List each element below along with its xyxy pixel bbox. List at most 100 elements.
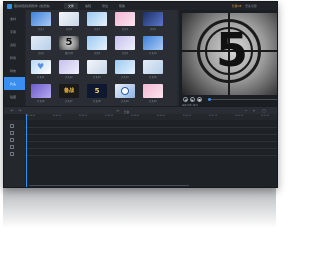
thumbnail-text: 5 [65, 37, 73, 48]
title-bar: 狸窝视频剪辑软件 (免费版) 文件 编辑 导出 帮助 升级VIP 登录/注册 [4, 2, 277, 10]
upgrade-vip-button[interactable]: 升级VIP [232, 4, 241, 8]
audio-track-icon[interactable] [10, 131, 14, 135]
prev-frame-button[interactable]: ◀ [183, 97, 188, 102]
media-thumbnail[interactable]: 备战 [59, 84, 79, 98]
nav-item-3[interactable]: 转场 [4, 51, 25, 64]
nav-item-6[interactable]: 贴图 [4, 90, 25, 103]
play-button[interactable]: ▶ [190, 97, 195, 102]
video-track[interactable] [25, 127, 277, 128]
playback-controls: ◀ ▶ ■ 画面比例 16:9 [182, 96, 277, 107]
media-thumbnail[interactable] [31, 36, 51, 50]
nav-item-5[interactable]: 片头 [4, 77, 25, 90]
media-thumbnail-label: 片头6 [38, 52, 44, 55]
media-thumbnail[interactable] [59, 12, 79, 26]
preview-screen: 5 [182, 13, 277, 95]
app-window: 狸窝视频剪辑软件 (免费版) 文件 编辑 导出 帮助 升级VIP 登录/注册 素材字幕… [3, 1, 278, 188]
media-thumbnail[interactable]: ♥ [31, 60, 51, 74]
left-nav: 素材字幕滤镜转场特效片头 贴图 [4, 10, 25, 106]
music-track[interactable] [25, 148, 277, 149]
undo-icon[interactable]: ↶ [10, 109, 14, 113]
media-thumbnail[interactable] [115, 84, 135, 98]
text-track-icon[interactable] [10, 138, 14, 142]
redo-icon[interactable]: ↷ [18, 109, 22, 113]
nav-item-0[interactable]: 素材 [4, 12, 25, 25]
media-thumbnail[interactable] [143, 60, 163, 74]
login-button[interactable]: 登录/注册 [245, 4, 256, 8]
countdown-number: 5 [216, 23, 249, 77]
heart-icon: ♥ [37, 62, 45, 71]
ruler-tick: 00:00:30 [105, 115, 114, 117]
track-headers [4, 120, 25, 187]
nav-item-label: 素材 [10, 17, 17, 21]
ruler-tick: 00:00:00 [27, 115, 36, 117]
nav-item-2[interactable]: 滤镜 [4, 38, 25, 51]
media-thumbnail[interactable] [143, 12, 163, 26]
media-thumbnail[interactable] [87, 60, 107, 74]
ruler-tick: 00:01:00 [183, 115, 192, 117]
media-thumbnail-label: 倒计时5 [65, 52, 73, 55]
media-thumbnail-label: 片头10 [149, 52, 157, 55]
media-thumbnail-label: 片头19 [121, 100, 129, 103]
media-thumbnail[interactable] [31, 84, 51, 98]
text-track[interactable] [25, 141, 277, 142]
menu-item-3[interactable]: 帮助 [115, 3, 129, 9]
media-thumbnail[interactable]: 5 [59, 36, 79, 50]
menu-item-2[interactable]: 导出 [98, 3, 112, 9]
zoom-out-icon[interactable]: − [244, 109, 248, 113]
thumbnail-text: 备战 [63, 88, 74, 94]
window-reflection [3, 188, 276, 228]
effect-track-icon[interactable] [10, 152, 14, 156]
seek-knob[interactable] [208, 98, 211, 101]
media-thumbnail[interactable] [115, 60, 135, 74]
ruler-tick: 00:00:10 [53, 115, 62, 117]
media-thumbnail-label: 片头20 [149, 100, 157, 103]
media-thumbnail[interactable] [115, 36, 135, 50]
audio-track[interactable] [25, 134, 277, 135]
ruler-tick: 00:01:10 [209, 115, 218, 117]
timeline-ruler[interactable]: 00:00:00 00:00:10 00:00:20 00:00:30 00:00:40… [25, 114, 277, 120]
prev-icon: ◀ [184, 98, 187, 102]
ruler-tick: 00:01:20 [235, 115, 244, 117]
nav-item-label: 字幕 [10, 30, 17, 34]
media-thumbnail[interactable] [31, 12, 51, 26]
media-library: 片头1 片头2 片头3 片头4 片头5 片头6 5 倒计时5 片头8 片头9 片头10 ♥ 片头11 片头… [26, 10, 198, 108]
media-thumbnail-label: 片头18 [93, 100, 101, 103]
nav-item-1[interactable]: 字幕 [4, 25, 25, 38]
stop-button[interactable]: ■ [197, 97, 202, 102]
media-thumbnail-label: 片头13 [93, 76, 101, 79]
media-thumbnail[interactable] [87, 12, 107, 26]
nav-item-label: 特效 [10, 69, 17, 73]
media-thumbnail[interactable] [143, 84, 163, 98]
app-title: 狸窝视频剪辑软件 (免费版) [14, 4, 51, 8]
media-thumbnail[interactable] [115, 12, 135, 26]
zoom-in-icon[interactable]: + [252, 109, 256, 113]
music-track-icon[interactable] [10, 145, 14, 149]
media-thumbnail-label: 片头16 [37, 100, 45, 103]
split-icon[interactable]: ✂ [116, 109, 120, 113]
media-thumbnail[interactable] [87, 36, 107, 50]
fit-icon[interactable]: □ [262, 109, 266, 113]
media-thumbnail[interactable] [59, 60, 79, 74]
playhead[interactable] [26, 114, 27, 187]
preview-panel: 5 ◀ ▶ ■ 画面比例 16:9 [179, 10, 277, 107]
ruler-tick: 00:00:20 [79, 115, 88, 117]
menu-item-1[interactable]: 编辑 [81, 3, 95, 9]
stop-icon: ■ [198, 98, 201, 102]
seek-bar[interactable] [208, 99, 277, 100]
nav-item-label: 转场 [10, 56, 17, 60]
media-thumbnail-label: 片头9 [122, 52, 128, 55]
nav-item-4[interactable]: 特效 [4, 64, 25, 77]
thumbnail-text: 5 [94, 87, 100, 95]
media-thumbnail-label: 片头17 [65, 100, 73, 103]
ruler-tick: 00:01:30 [261, 115, 270, 117]
media-thumbnail-label: 片头12 [65, 76, 73, 79]
media-thumbnail-label: 片头8 [94, 52, 100, 55]
menu-item-0[interactable]: 文件 [64, 3, 79, 9]
timeline-scrollbar[interactable] [29, 185, 189, 187]
video-track-icon[interactable] [10, 124, 14, 128]
media-thumbnail-label: 片头14 [121, 76, 129, 79]
media-thumbnail[interactable]: 5 [87, 84, 107, 98]
media-thumbnail-label: 片头5 [150, 28, 156, 31]
effect-track[interactable] [25, 155, 277, 156]
media-thumbnail[interactable] [143, 36, 163, 50]
